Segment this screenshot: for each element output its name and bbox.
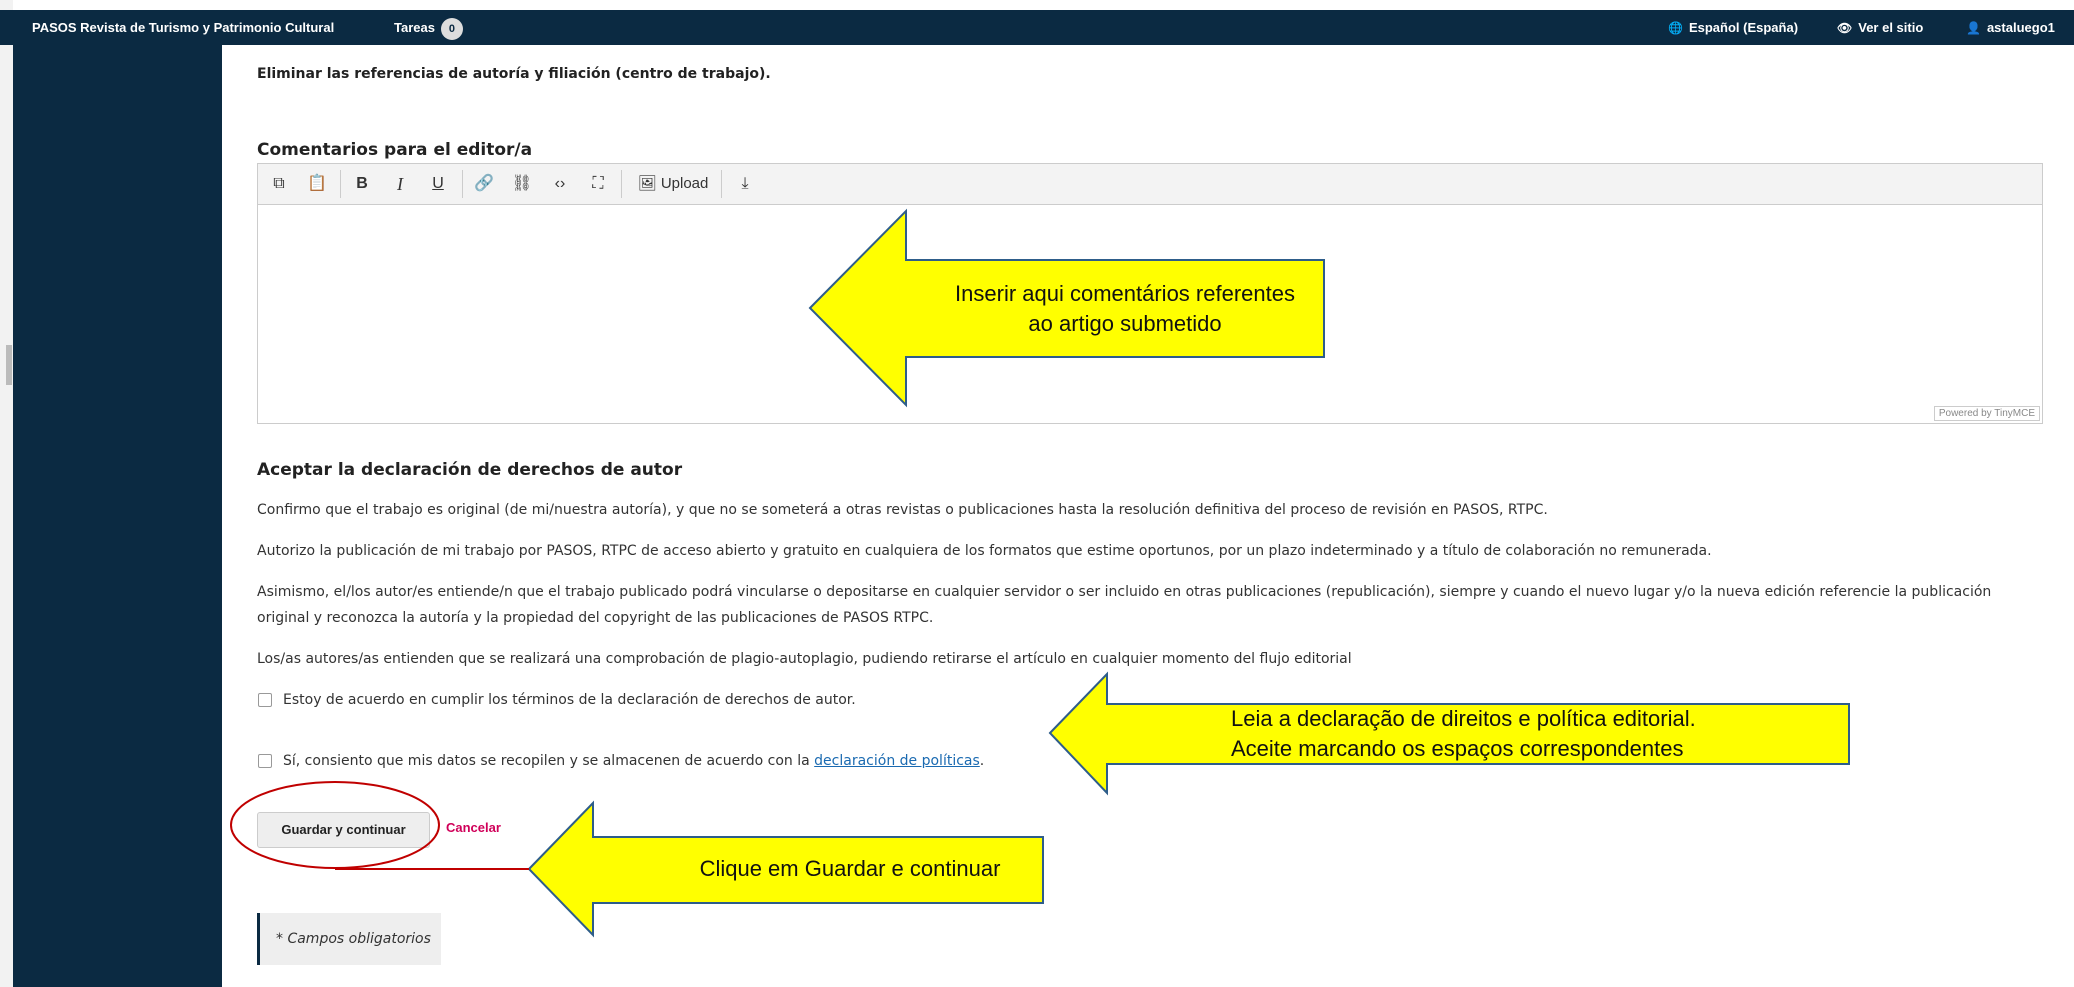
annotation-1-text: Inserir aqui comentários referentes ao a… xyxy=(935,279,1315,339)
annotation-2-text: Leia a declaração de direitos e política… xyxy=(1140,704,1820,764)
annotation-1-line-2: ao artigo submetido xyxy=(1028,311,1222,336)
annotation-3-text: Clique em Guardar e continuar xyxy=(699,856,1001,881)
save-button-highlight-circle xyxy=(230,781,440,869)
annotation-2-line-1: Leia a declaração de direitos e política… xyxy=(1231,706,1696,731)
annotation-1-line-1: Inserir aqui comentários referentes xyxy=(955,281,1295,306)
annotation-overlay xyxy=(230,208,1850,938)
annotation-2-line-2: Aceite marcando os espaços correspondent… xyxy=(1231,736,1684,761)
